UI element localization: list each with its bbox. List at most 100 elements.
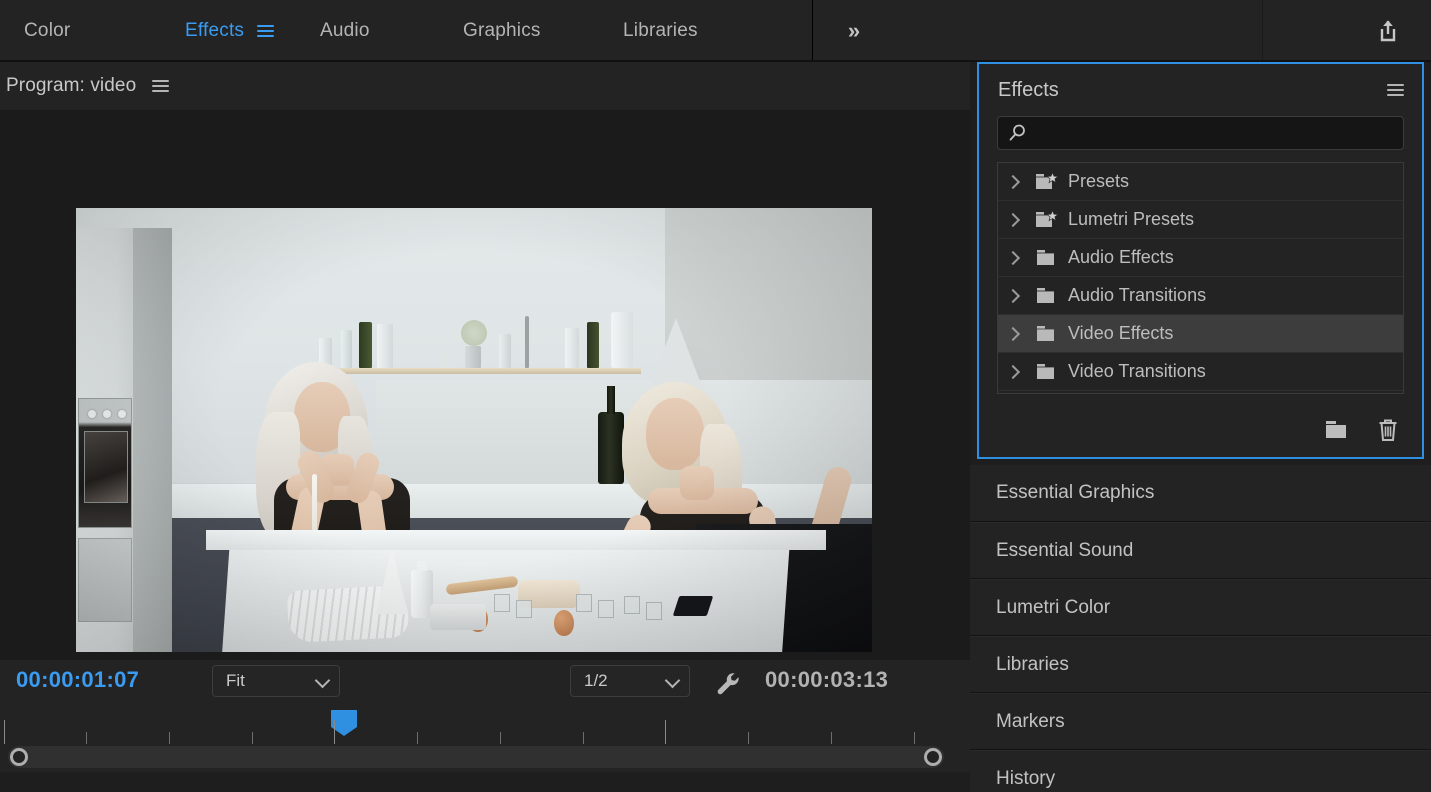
collapsed-panel-history[interactable]: History [970,750,1431,792]
effects-tree-item-presets[interactable]: Presets [998,163,1403,201]
collapsed-panel-markers[interactable]: Markers [970,693,1431,750]
collapsed-panel-label: Lumetri Color [996,596,1111,618]
program-monitor-menu-button[interactable] [152,77,170,95]
video-scene-content [76,208,872,652]
ruler-tick [417,732,418,744]
workspace-tab-menu-button[interactable] [252,0,278,62]
chevron-down-icon [664,672,681,689]
ruler-tick [914,732,915,744]
panel-menu-hamburger-icon [1387,81,1404,99]
chevron-right-icon[interactable] [998,291,1028,301]
collapsed-panel-essential-graphics[interactable]: Essential Graphics [970,465,1431,522]
scrollbar-left-handle[interactable] [10,748,28,766]
monitor-settings-button[interactable] [714,669,744,704]
go-to-in-button[interactable] [319,776,365,792]
right-panel-column: Effects Presets Lumetri Presets Audio Effe… [970,62,1431,792]
effects-tree-item-label: Audio Transitions [1068,285,1207,305]
current-timecode[interactable]: 00:00:01:07 [16,667,139,693]
mark-out-button[interactable] [233,776,279,792]
effects-tree-item-audio-effects[interactable]: Audio Effects [998,239,1403,277]
folder-star-icon [1028,209,1066,230]
premiere-pro-window: Color Effects Audio Graphics Libraries » Pro… [0,0,1431,792]
workspace-tab-audio[interactable]: Audio [320,0,370,62]
program-monitor-panel: Program: video 00:00:01:07 Fit 1/2 00:00… [0,62,970,792]
chevron-right-icon[interactable] [998,177,1028,187]
collapsed-panel-essential-sound[interactable]: Essential Sound [970,522,1431,579]
workspace-tab-label: Audio [320,20,370,41]
playback-resolution-dropdown[interactable]: 1/2 [570,665,690,697]
playback-resolution-value: 1/2 [584,671,608,690]
effects-search-input[interactable] [1034,124,1403,142]
trash-icon [1379,419,1397,441]
effects-tree-item-lumetri-presets[interactable]: Lumetri Presets [998,201,1403,239]
workspace-tab-graphics[interactable]: Graphics [463,0,541,62]
zoom-level-value: Fit [226,671,245,690]
workspace-tab-libraries[interactable]: Libraries [623,0,698,62]
ruler-tick [4,720,5,744]
folder-icon [1028,248,1066,268]
folder-icon [1028,324,1066,344]
button-editor-button[interactable] [886,784,932,792]
lift-button[interactable] [667,776,713,792]
step-back-button[interactable] [385,776,431,792]
ruler-tick [831,732,832,744]
effects-tree-item-label: Lumetri Presets [1068,209,1195,229]
collapsed-panel-label: Essential Graphics [996,482,1155,503]
duration-timecode[interactable]: 00:00:03:13 [765,667,888,693]
delete-custom-item-button[interactable] [1376,417,1400,443]
new-custom-bin-button[interactable] [1322,418,1350,442]
double-chevron-right-icon: » [847,18,861,43]
workspace-divider-right [1262,0,1263,62]
workspace-tab-label: Graphics [463,20,541,41]
workspace-tab-color[interactable]: Color [24,0,70,62]
effects-tree-list[interactable]: Presets Lumetri Presets Audio Effects Audio… [997,162,1404,394]
step-forward-button[interactable] [520,776,566,792]
extract-button[interactable] [733,776,779,792]
chevron-right-icon[interactable] [998,253,1028,263]
effects-search-field[interactable] [997,116,1404,150]
export-share-icon [1380,20,1396,42]
folder-star-icon [1028,171,1066,192]
video-preview-frame[interactable] [76,208,872,652]
panel-menu-hamburger-icon [152,77,170,95]
monitor-canvas[interactable] [0,110,970,660]
effects-tree-item-label: Audio Effects [1068,247,1174,267]
play-stop-button[interactable] [451,776,497,792]
ruler-tick [748,732,749,744]
collapsed-panels-accordion: Essential Graphics Essential Sound Lumetri… [970,465,1431,792]
go-to-out-button[interactable] [584,776,630,792]
scrollbar-right-handle[interactable] [924,748,942,766]
zoom-level-dropdown[interactable]: Fit [212,665,340,697]
time-ruler[interactable] [0,710,970,746]
playhead-marker[interactable] [331,710,358,736]
workspace-overflow-button[interactable]: » [828,0,880,62]
ruler-tick [500,732,501,744]
effects-panel-menu-button[interactable] [1387,81,1404,104]
effects-panel-header: Effects [979,64,1422,116]
effects-tree-item-video-effects[interactable]: Video Effects [998,315,1403,353]
chevron-down-icon [314,672,331,689]
workspace-tab-label: Libraries [623,20,698,41]
ruler-tick [334,720,335,744]
workspace-divider [812,0,813,62]
collapsed-panel-lumetri-color[interactable]: Lumetri Color [970,579,1431,636]
workspace-tab-effects[interactable]: Effects [185,0,244,62]
chevron-right-icon[interactable] [998,215,1028,225]
effects-panel-title: Effects [998,78,1059,101]
monitor-zoom-scrollbar[interactable] [8,746,944,768]
chevron-right-icon[interactable] [998,367,1028,377]
collapsed-panel-label: History [996,767,1056,789]
effects-tree-item-audio-transitions[interactable]: Audio Transitions [998,277,1403,315]
collapsed-panel-libraries[interactable]: Libraries [970,636,1431,693]
effects-tree-item-label: Presets [1068,171,1130,191]
program-monitor-header: Program: video [0,62,970,110]
export-button[interactable] [1362,0,1414,62]
ruler-tick [169,732,170,744]
mark-in-button[interactable] [171,776,217,792]
new-folder-icon [1326,421,1346,438]
effects-tree-item-video-transitions[interactable]: Video Transitions [998,353,1403,391]
folder-icon [1028,362,1066,382]
wrench-icon [717,673,739,695]
chevron-right-icon[interactable] [998,329,1028,339]
ruler-tick [252,732,253,744]
